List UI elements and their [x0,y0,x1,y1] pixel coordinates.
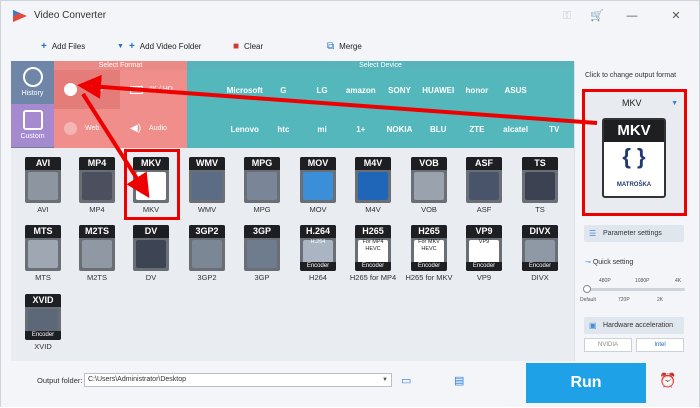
arrow-to-mkv [81,92,150,199]
arrow-to-history [77,74,598,125]
app-window: Video Converter ⚿ 🛒 — ✕ + Add Files ▼ + … [0,0,700,407]
annotation-arrows [77,74,598,199]
